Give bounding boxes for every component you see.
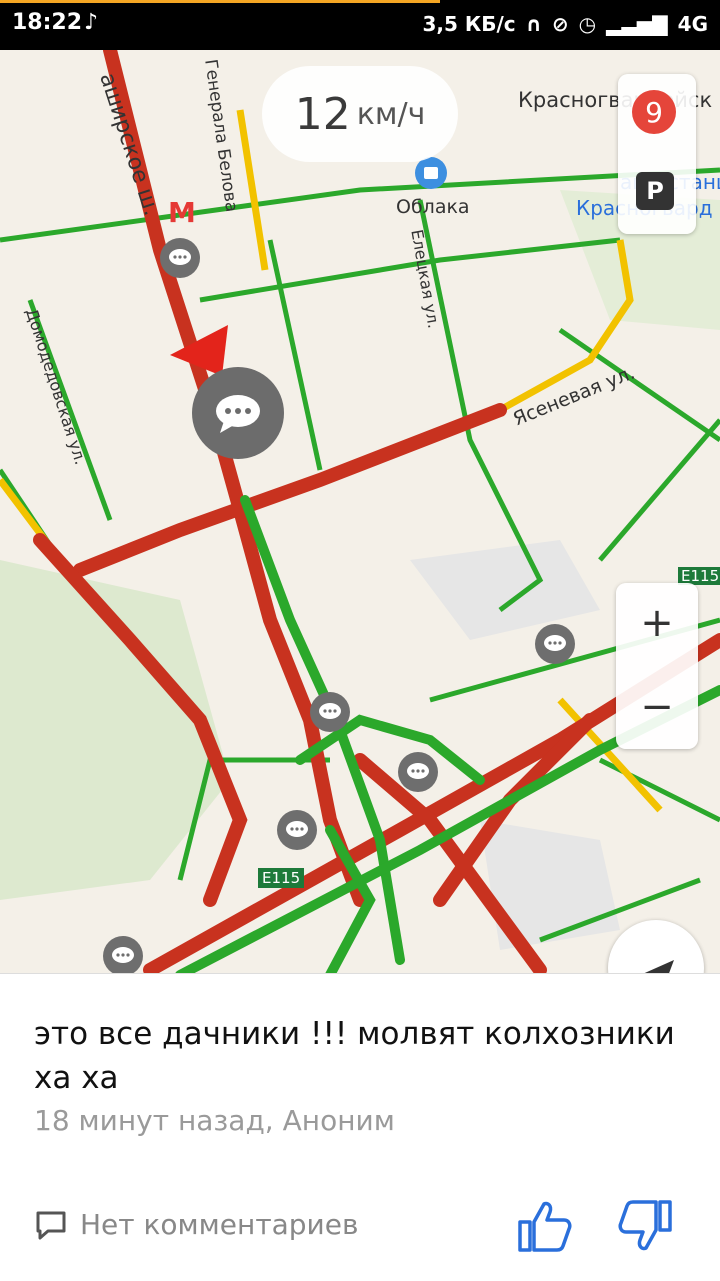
speed-value: 12 xyxy=(294,88,351,140)
thumbs-up-icon xyxy=(518,1201,572,1252)
speed-unit: км/ч xyxy=(356,96,426,132)
dislike-button[interactable] xyxy=(616,1196,676,1256)
loading-progress-bar xyxy=(0,0,440,3)
speed-indicator: 12 км/ч xyxy=(262,66,458,162)
like-button[interactable] xyxy=(514,1196,574,1256)
chat-bubble-icon[interactable] xyxy=(160,238,200,278)
chat-bubble-icon[interactable] xyxy=(192,367,284,459)
alarm-icon: ◷ xyxy=(578,12,597,36)
zoom-out-button[interactable]: − xyxy=(616,667,698,747)
status-right: 3,5 КБ/с ∩ ⊘ ◷ ▂▃▅▇ 4G xyxy=(423,12,709,36)
status-time: 18:22 xyxy=(12,10,83,35)
park-area xyxy=(0,560,230,900)
traffic-map[interactable]: M аширское ш. Генерала Белова Облака Еле… xyxy=(0,50,720,975)
chat-bubble-icon[interactable] xyxy=(535,624,575,664)
parking-button[interactable]: P xyxy=(636,172,674,210)
comments-link[interactable]: Нет комментариев xyxy=(34,1208,358,1241)
comment-meta: 18 минут назад, Аноним xyxy=(34,1104,395,1137)
signal-icon: ▂▃▅▇ xyxy=(606,12,668,36)
map-roads: M xyxy=(0,50,720,975)
mute-icon: ⊘ xyxy=(551,12,569,36)
comment-text: это все дачники !!! молвят колхозники ха… xyxy=(34,1016,675,1096)
zoom-controls: + − xyxy=(616,583,698,749)
network-speed: 3,5 КБ/с xyxy=(422,12,516,36)
traffic-score-badge[interactable]: 9 xyxy=(632,90,676,134)
chat-bubble-icon[interactable] xyxy=(310,692,350,732)
chat-bubble-icon[interactable] xyxy=(277,810,317,850)
chat-bubble-icon[interactable] xyxy=(103,936,143,976)
metro-icon: M xyxy=(168,196,196,229)
comment-icon xyxy=(36,1211,66,1239)
headphones-icon: ∩ xyxy=(525,12,542,36)
comments-count-label: Нет комментариев xyxy=(80,1208,359,1241)
poi-label-oblaka: Облака xyxy=(396,196,470,218)
network-type: 4G xyxy=(677,12,708,36)
building-area xyxy=(480,820,620,950)
status-bar: 18:22 ♪ 3,5 КБ/с ∩ ⊘ ◷ ▂▃▅▇ 4G xyxy=(0,0,720,50)
chat-bubble-icon[interactable] xyxy=(398,752,438,792)
thumbs-down-icon xyxy=(618,1200,672,1251)
building-area xyxy=(410,540,600,640)
tiktok-icon: ♪ xyxy=(84,10,99,35)
road-shield-e115-bottom: E115 xyxy=(258,868,305,888)
zoom-in-button[interactable]: + xyxy=(616,583,698,663)
